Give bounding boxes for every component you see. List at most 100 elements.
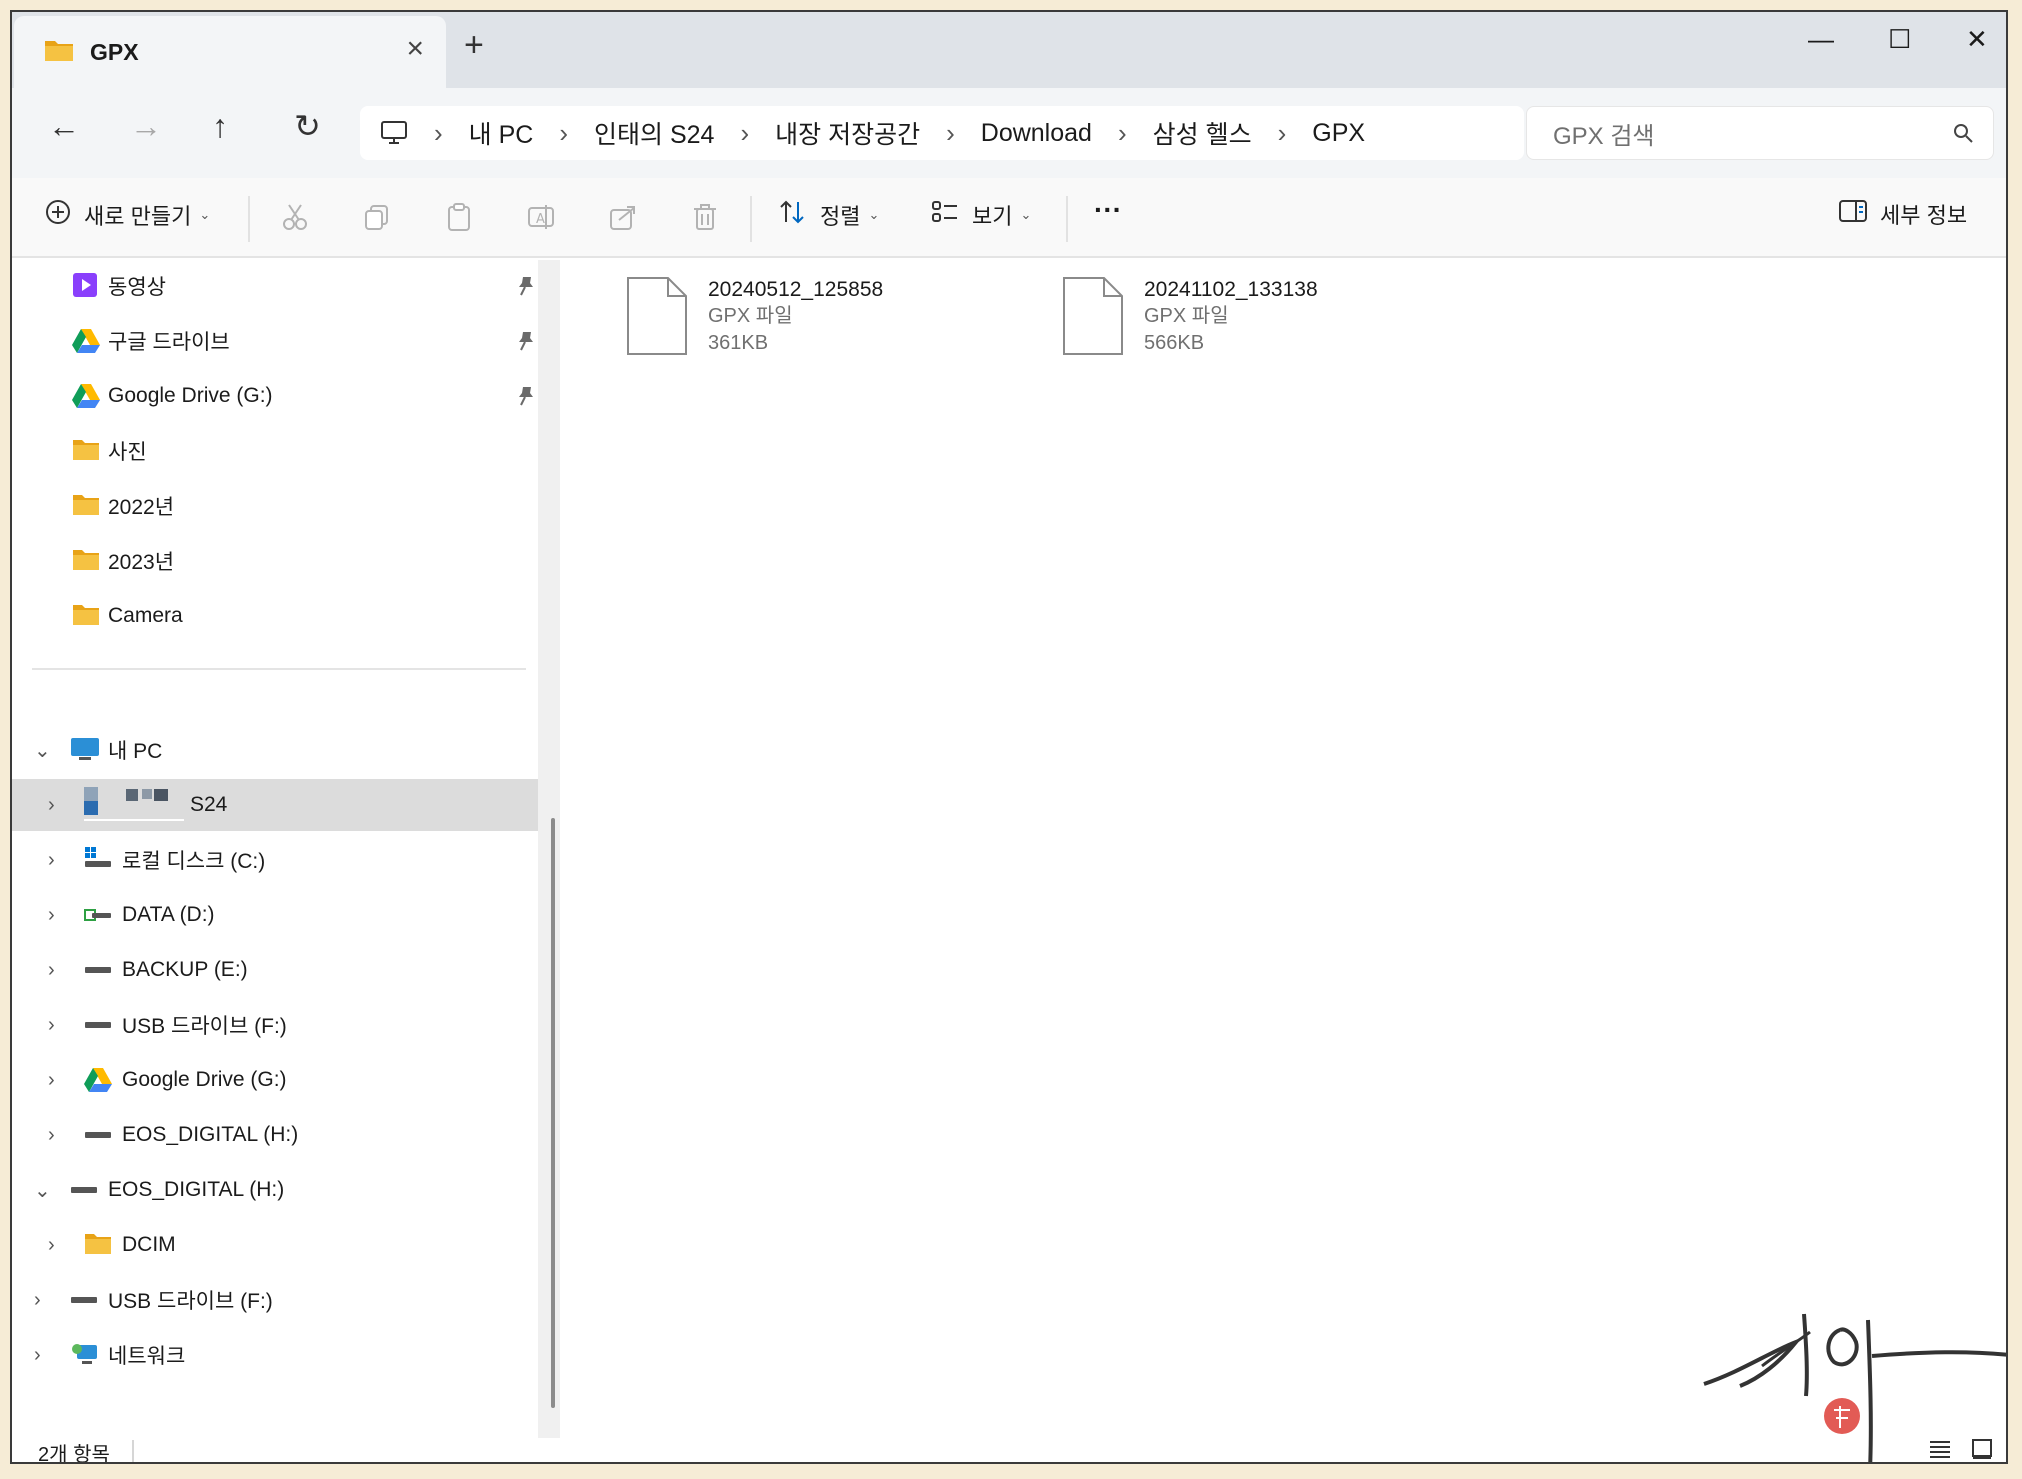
sort-icon — [778, 198, 808, 232]
drive-icon — [84, 901, 112, 931]
sidebar-item-label: BACKUP (E:) — [122, 958, 248, 981]
pin-icon[interactable] — [514, 384, 538, 414]
maximize-button[interactable]: ☐ — [1888, 26, 1911, 52]
more-options-button[interactable]: ··· — [1094, 194, 1122, 226]
sidebar-item-label: 네트워크 — [108, 1345, 186, 1368]
sidebar-item-label: DATA (D:) — [122, 903, 215, 926]
sidebar-item-label: USB 드라이브 (F:) — [122, 1015, 287, 1038]
tab-gpx[interactable]: GPX × — [14, 16, 446, 88]
copy-icon[interactable] — [362, 202, 392, 237]
search-icon[interactable] — [1951, 121, 1975, 152]
chevron-right-icon[interactable]: › — [34, 1289, 41, 1312]
chevron-right-icon[interactable]: › — [48, 794, 55, 817]
file-type: GPX 파일 — [708, 305, 793, 327]
sidebar-item-eos-digital-h-root[interactable]: ⌄ EOS_DIGITAL (H:) — [12, 1164, 538, 1216]
sidebar-item-local-disk-c[interactable]: › 로컬 디스크 (C:) — [12, 834, 538, 886]
sidebar-item-videos[interactable]: 동영상 — [12, 260, 538, 312]
sidebar-item-label: Google Drive (G:) — [108, 384, 273, 407]
sidebar-item-google-drive-tree[interactable]: › Google Drive (G:) — [12, 1054, 538, 1106]
folder-icon — [72, 437, 100, 467]
sidebar-item-camera[interactable]: Camera — [12, 590, 538, 642]
chevron-right-icon[interactable]: › — [48, 849, 55, 872]
search-input[interactable]: GPX 검색 — [1526, 106, 1994, 160]
sidebar-item-usb-f-root[interactable]: › USB 드라이브 (F:) — [12, 1274, 538, 1326]
chevron-right-icon[interactable]: › — [1278, 118, 1287, 149]
sidebar-item-photos[interactable]: 사진 — [12, 425, 538, 477]
drive-icon — [84, 1011, 112, 1041]
forward-button[interactable]: → — [130, 110, 162, 142]
breadcrumb-item[interactable]: 내 PC — [469, 115, 534, 151]
breadcrumb-item[interactable]: GPX — [1312, 119, 1365, 148]
sidebar-item-google-drive-g[interactable]: Google Drive (G:) — [12, 370, 538, 422]
details-pane-icon — [1838, 198, 1868, 230]
sidebar-item-dcim[interactable]: › DCIM — [12, 1219, 538, 1271]
chevron-right-icon[interactable]: › — [740, 118, 749, 149]
sidebar-item-this-pc[interactable]: ⌄ 내 PC — [12, 724, 538, 776]
minimize-button[interactable]: — — [1808, 26, 1834, 52]
sidebar-divider — [32, 668, 526, 670]
breadcrumb-item[interactable]: 내장 저장공간 — [775, 115, 920, 151]
breadcrumb-item[interactable]: 삼성 헬스 — [1153, 115, 1252, 151]
close-window-button[interactable]: ✕ — [1966, 26, 1988, 52]
file-size: 361KB — [708, 332, 769, 354]
refresh-button[interactable]: ↻ — [294, 110, 321, 142]
pin-icon[interactable] — [514, 329, 538, 359]
sidebar-item-s24[interactable]: › S24 — [12, 779, 538, 831]
share-icon[interactable] — [608, 202, 638, 237]
chevron-right-icon[interactable]: › — [559, 118, 568, 149]
chevron-down-icon[interactable]: ⌄ — [34, 1178, 51, 1203]
sidebar-item-data-d[interactable]: › DATA (D:) — [12, 889, 538, 941]
sidebar-item-usb-f[interactable]: › USB 드라이브 (F:) — [12, 999, 538, 1051]
sidebar-item-google-drive[interactable]: 구글 드라이브 — [12, 315, 538, 367]
sidebar-item-backup-e[interactable]: › BACKUP (E:) — [12, 944, 538, 996]
new-tab-button[interactable]: + — [464, 28, 484, 62]
address-bar[interactable]: › 내 PC › 인태의 S24 › 내장 저장공간 › Download › … — [360, 106, 1524, 160]
sort-button[interactable]: 정렬 ⌄ — [778, 198, 879, 232]
chevron-right-icon[interactable]: › — [48, 1234, 55, 1257]
chevron-right-icon[interactable]: › — [48, 1069, 55, 1092]
sidebar-item-label: Google Drive (G:) — [122, 1068, 287, 1091]
file-explorer-window: GPX × + — ☐ ✕ ← → ↑ ↻ › 내 PC › 인태의 S24 ›… — [10, 10, 2008, 1464]
chevron-right-icon[interactable]: › — [48, 904, 55, 927]
new-button[interactable]: 새로 만들기 ⌄ — [44, 198, 210, 232]
file-item[interactable]: 20241102_133138 GPX 파일 566KB — [1062, 276, 1318, 361]
folder-icon — [72, 547, 100, 577]
paste-icon[interactable] — [444, 202, 474, 237]
sidebar-item-label: EOS_DIGITAL (H:) — [122, 1123, 299, 1146]
chevron-right-icon[interactable]: › — [946, 118, 955, 149]
back-button[interactable]: ← — [48, 110, 80, 142]
sidebar-item-eos-digital-h[interactable]: › EOS_DIGITAL (H:) — [12, 1109, 538, 1161]
file-item[interactable]: 20240512_125858 GPX 파일 361KB — [626, 276, 883, 361]
rename-icon[interactable]: A — [526, 202, 556, 237]
cut-icon[interactable] — [280, 202, 310, 237]
chevron-right-icon[interactable]: › — [34, 1344, 41, 1367]
chevron-down-icon: ⌄ — [199, 207, 211, 222]
chevron-right-icon[interactable]: › — [48, 1124, 55, 1147]
view-button[interactable]: 보기 ⌄ — [930, 198, 1031, 232]
sidebar-scroll-track[interactable] — [538, 260, 560, 1438]
folder-icon — [72, 602, 100, 632]
pin-icon[interactable] — [514, 274, 538, 304]
chevron-right-icon[interactable]: › — [434, 118, 443, 149]
details-pane-button[interactable]: 세부 정보 — [1838, 198, 1967, 230]
sidebar-scrollbar[interactable] — [551, 818, 555, 1408]
network-icon — [70, 1341, 100, 1373]
chevron-down-icon[interactable]: ⌄ — [34, 738, 51, 763]
sidebar-item-2023[interactable]: 2023년 — [12, 535, 538, 587]
breadcrumb-item[interactable]: 인태의 S24 — [594, 115, 714, 151]
toolbar-divider — [750, 196, 752, 242]
sidebar-item-2022[interactable]: 2022년 — [12, 480, 538, 532]
chevron-right-icon[interactable]: › — [1118, 118, 1127, 149]
sidebar-item-network[interactable]: › 네트워크 — [12, 1329, 538, 1381]
breadcrumb-item[interactable]: Download — [981, 119, 1092, 148]
monitor-icon[interactable] — [380, 120, 408, 146]
sort-label: 정렬 — [820, 204, 861, 229]
document-icon — [626, 276, 688, 361]
plus-circle-icon — [44, 198, 72, 232]
chevron-right-icon[interactable]: › — [48, 1014, 55, 1037]
up-button[interactable]: ↑ — [212, 110, 228, 142]
trash-icon[interactable] — [690, 202, 720, 237]
chevron-right-icon[interactable]: › — [48, 959, 55, 982]
tab-close-icon[interactable]: × — [406, 34, 424, 64]
google-drive-icon — [84, 1066, 112, 1098]
